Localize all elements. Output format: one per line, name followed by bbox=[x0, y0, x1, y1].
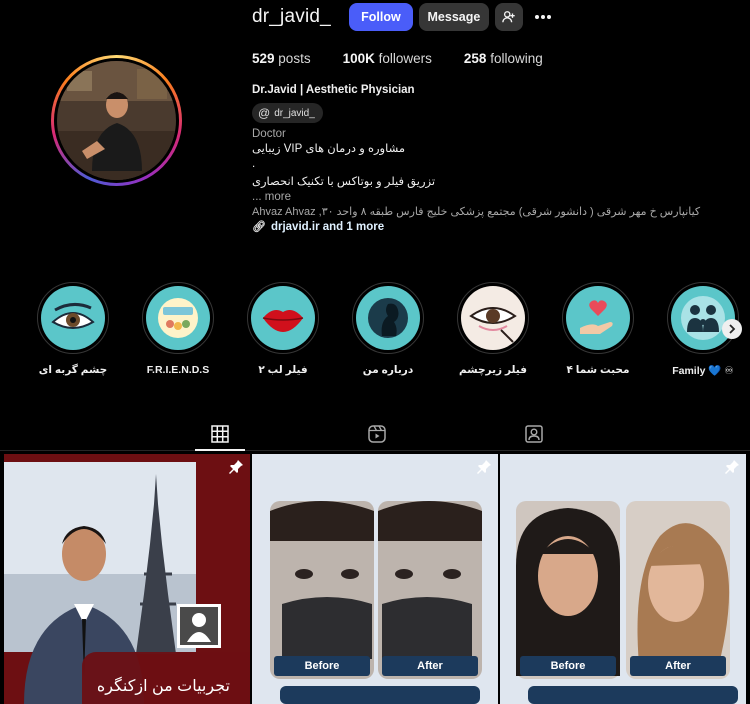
highlight-item[interactable]: فیلر لب ۲ bbox=[238, 282, 328, 376]
after-label: After bbox=[665, 660, 691, 672]
more-options-icon bbox=[534, 15, 551, 19]
cat-eye-icon bbox=[41, 286, 105, 350]
more-options-button[interactable] bbox=[529, 3, 557, 31]
hand-heart-icon bbox=[566, 286, 630, 350]
category-label: Doctor bbox=[252, 128, 286, 140]
followers-count[interactable]: 100K followers bbox=[343, 51, 432, 66]
bio-line-1: مشاوره و درمان های VIP زیبایی bbox=[252, 143, 406, 155]
following-count[interactable]: 258 following bbox=[464, 51, 543, 66]
pin-icon bbox=[229, 460, 243, 474]
bio-more-link[interactable]: ... more bbox=[252, 190, 732, 205]
highlight-item[interactable]: محبت شما ۴ bbox=[553, 282, 643, 376]
before-label: Before bbox=[304, 660, 340, 672]
display-name: Dr.Javid | Aesthetic Physician bbox=[252, 84, 415, 96]
posts-count: 529 posts bbox=[252, 51, 311, 66]
bio-line-2: . bbox=[252, 158, 256, 170]
under-eye-filler-icon bbox=[461, 286, 525, 350]
external-link[interactable]: 🔗︎ drjavid.ir and 1 more bbox=[252, 220, 732, 235]
external-link-text: drjavid.ir and 1 more bbox=[270, 221, 385, 233]
suggested-users-button[interactable] bbox=[494, 3, 523, 31]
avatar-photo bbox=[57, 61, 176, 180]
highlight-label: F.R.I.E.N.D.S bbox=[146, 364, 210, 376]
post-tile[interactable]: Before After bbox=[500, 454, 746, 704]
posts-grid-icon bbox=[211, 425, 229, 443]
tab-reels[interactable] bbox=[368, 425, 386, 443]
friends-icon bbox=[146, 286, 210, 350]
tab-posts[interactable] bbox=[211, 425, 229, 443]
link-icon: 🔗︎ bbox=[252, 221, 266, 233]
threads-handle: dr_javid_ bbox=[274, 107, 315, 119]
username: dr_javid_ bbox=[252, 6, 331, 27]
before-label: Before bbox=[550, 660, 586, 672]
family-icon bbox=[671, 286, 735, 350]
highlight-label: چشم گربه ای bbox=[38, 364, 108, 376]
bio-line-3: تزریق فیلر و بوتاکس با تکنیک انحصاری bbox=[252, 176, 436, 188]
tab-tagged[interactable] bbox=[525, 425, 543, 443]
highlight-item[interactable]: F.R.I.E.N.D.S bbox=[133, 282, 223, 376]
bio-section: Dr.Javid | Aesthetic Physician @ dr_javi… bbox=[252, 83, 732, 235]
chevron-right-icon bbox=[729, 324, 736, 334]
highlight-label: فیلر لب ۲ bbox=[258, 364, 308, 376]
highlight-item[interactable]: درباره من bbox=[343, 282, 433, 376]
pin-icon bbox=[725, 460, 739, 474]
highlight-item[interactable]: فیلر زیرچشم bbox=[448, 282, 538, 376]
follow-button[interactable]: Follow bbox=[348, 3, 413, 31]
story-highlights: چشم گربه ای F.R.I.E.N.D.S فیلر لب ۲ دربا… bbox=[0, 282, 750, 382]
tagged-icon bbox=[525, 425, 543, 443]
profile-header: dr_javid_ Follow Message bbox=[252, 2, 557, 32]
lips-icon bbox=[251, 286, 315, 350]
pin-icon bbox=[477, 460, 491, 474]
tabs-divider bbox=[0, 450, 750, 451]
highlight-item[interactable]: چشم گربه ای bbox=[28, 282, 118, 376]
highlight-label: درباره من bbox=[362, 364, 414, 376]
message-button[interactable]: Message bbox=[418, 3, 489, 31]
threads-badge[interactable]: @ dr_javid_ bbox=[252, 103, 323, 123]
threads-icon: @ bbox=[258, 105, 271, 120]
profile-silhouette-icon bbox=[356, 286, 420, 350]
post-tile[interactable]: Before After bbox=[252, 454, 498, 704]
highlight-label: فیلر زیرچشم bbox=[459, 364, 527, 376]
highlights-next-button[interactable] bbox=[722, 319, 742, 339]
post-caption: تجربیات من ازکنگره bbox=[96, 678, 230, 695]
reels-icon bbox=[368, 425, 386, 443]
highlight-label: محبت شما ۴ bbox=[566, 364, 630, 376]
profile-avatar[interactable] bbox=[51, 55, 182, 186]
highlight-label: Family 💙 ♾ bbox=[672, 365, 734, 377]
add-person-icon bbox=[502, 11, 515, 23]
active-tab-indicator bbox=[195, 449, 245, 451]
profile-stats: 529 posts 100K followers 258 following bbox=[252, 51, 575, 66]
post-tile[interactable]: تجربیات من ازکنگره bbox=[4, 454, 250, 704]
after-label: After bbox=[417, 660, 443, 672]
address-text: Ahvaz Ahvaz ,کیانپارس خ مهر شرقی ( دانشو… bbox=[252, 206, 701, 218]
